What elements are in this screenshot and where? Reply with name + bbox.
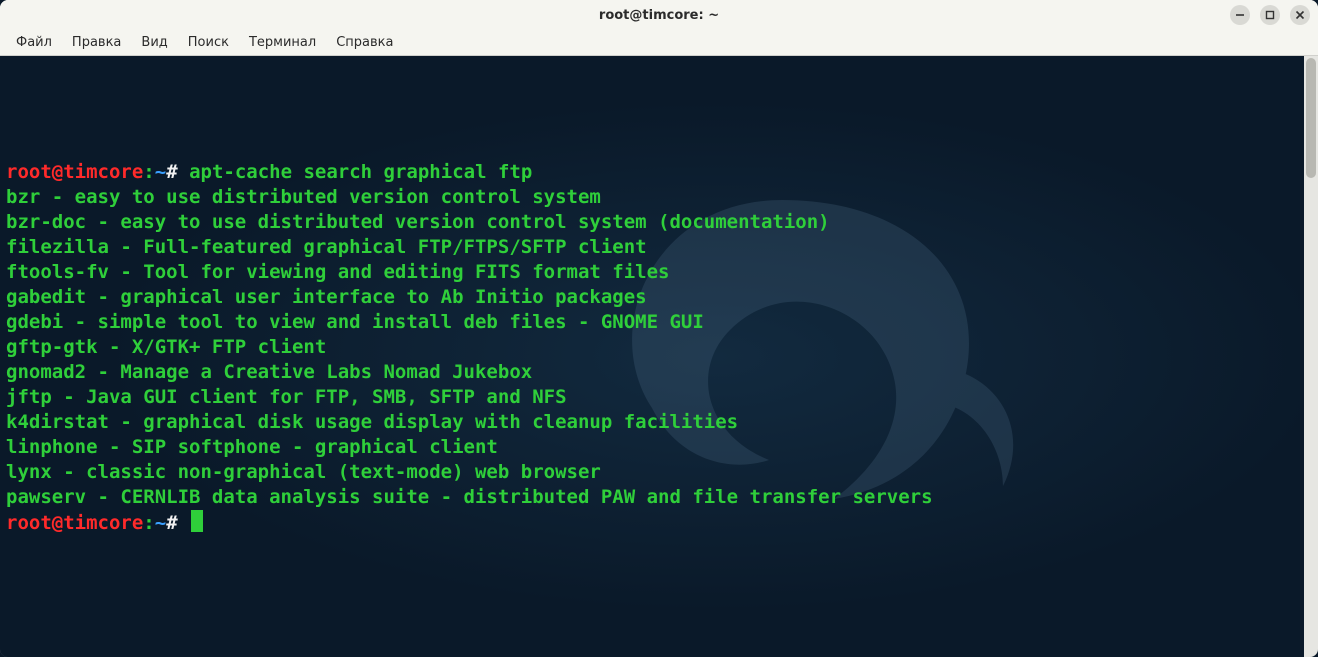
prompt-sep: : (143, 161, 154, 183)
menu-file[interactable]: Файл (6, 32, 62, 53)
minimize-button[interactable] (1230, 5, 1250, 25)
terminal-window: root@timcore: ~ Файл Правка Вид Поиск Те… (0, 0, 1318, 657)
output-line: ftools-fv - Tool for viewing and editing… (6, 261, 669, 283)
terminal-content: root@timcore:~# apt-cache search graphic… (6, 135, 1298, 561)
output-line: jftp - Java GUI client for FTP, SMB, SFT… (6, 386, 567, 408)
window-title: root@timcore: ~ (599, 8, 719, 23)
output-line: lynx - classic non-graphical (text-mode)… (6, 461, 601, 483)
output-line: gabedit - graphical user interface to Ab… (6, 286, 647, 308)
scrollbar-thumb[interactable] (1306, 58, 1316, 178)
prompt-path: ~ (155, 512, 166, 534)
terminal-area: root@timcore:~# apt-cache search graphic… (0, 56, 1318, 657)
prompt-user: root@timcore (6, 512, 143, 534)
menu-help[interactable]: Справка (326, 32, 403, 53)
maximize-icon (1265, 10, 1275, 20)
window-controls (1230, 5, 1310, 25)
close-icon (1295, 10, 1305, 20)
prompt-sep: : (143, 512, 154, 534)
prompt-symbol: # (166, 512, 177, 534)
command-text: apt-cache search graphical ftp (189, 161, 532, 183)
menu-terminal[interactable]: Терминал (239, 32, 326, 53)
output-line: k4dirstat - graphical disk usage display… (6, 411, 738, 433)
menubar: Файл Правка Вид Поиск Терминал Справка (0, 30, 1318, 56)
close-button[interactable] (1290, 5, 1310, 25)
scrollbar[interactable] (1304, 56, 1318, 657)
output-line: pawserv - CERNLIB data analysis suite - … (6, 486, 933, 508)
output-line: filezilla - Full-featured graphical FTP/… (6, 236, 647, 258)
prompt-symbol: # (166, 161, 177, 183)
prompt-path: ~ (155, 161, 166, 183)
cursor (191, 510, 203, 532)
minimize-icon (1235, 10, 1245, 20)
output-line: gftp-gtk - X/GTK+ FTP client (6, 336, 326, 358)
output-line: gnomad2 - Manage a Creative Labs Nomad J… (6, 361, 532, 383)
menu-search[interactable]: Поиск (178, 32, 239, 53)
output-line: linphone - SIP softphone - graphical cli… (6, 436, 498, 458)
output-line: bzr-doc - easy to use distributed versio… (6, 211, 830, 233)
output-line: gdebi - simple tool to view and install … (6, 311, 704, 333)
maximize-button[interactable] (1260, 5, 1280, 25)
terminal-viewport[interactable]: root@timcore:~# apt-cache search graphic… (0, 56, 1304, 657)
menu-view[interactable]: Вид (131, 32, 177, 53)
prompt-user: root@timcore (6, 161, 143, 183)
titlebar: root@timcore: ~ (0, 0, 1318, 30)
output-line: bzr - easy to use distributed version co… (6, 186, 601, 208)
menu-edit[interactable]: Правка (62, 32, 131, 53)
